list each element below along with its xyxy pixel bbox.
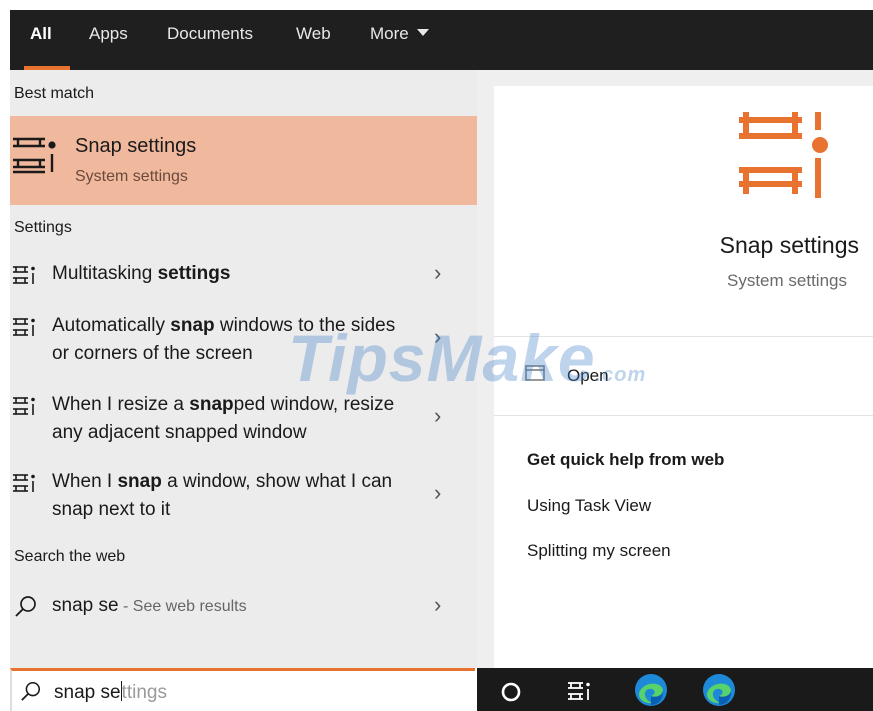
best-match-title: Snap settings [75, 135, 197, 157]
help-heading: Get quick help from web [527, 450, 725, 469]
chevron-right-icon: › [434, 403, 442, 428]
detail-subtitle: System settings [727, 271, 847, 290]
divider [494, 336, 873, 337]
settings-heading: Settings [14, 219, 72, 236]
cortana-circle-icon[interactable] [497, 676, 525, 704]
settings-result-item[interactable]: Multitasking settings › [10, 260, 477, 292]
taskbar [477, 668, 873, 711]
settings-item-label: Multitasking settings [52, 263, 231, 284]
best-match-heading: Best match [14, 85, 95, 102]
open-window-icon [525, 365, 545, 381]
web-result-label: snap se - See web results [52, 595, 247, 616]
task-view-icon[interactable] [565, 676, 593, 704]
search-web-heading: Search the web [14, 548, 126, 565]
snap-settings-icon [13, 266, 35, 284]
detail-title: Snap settings [719, 232, 859, 258]
tab-all-label: All [30, 24, 52, 43]
best-match-subtitle: System settings [75, 168, 188, 185]
tab-apps[interactable]: Apps [89, 10, 128, 70]
settings-result-item[interactable]: When I snap a window, show what I can sn… [10, 468, 477, 526]
tab-web[interactable]: Web [296, 10, 331, 70]
divider [494, 415, 873, 416]
snap-settings-icon [13, 397, 35, 415]
chevron-right-icon: › [434, 260, 442, 285]
snap-settings-icon [13, 474, 35, 492]
settings-result-item[interactable]: When I resize a snapped window, resize a… [10, 391, 477, 449]
settings-item-label: When I resize a snapped window, resize a… [52, 394, 395, 443]
results-pane: Best match Snap settings System settings… [10, 70, 477, 668]
search-icon [21, 681, 41, 701]
tab-documents[interactable]: Documents [167, 10, 253, 70]
web-result-item[interactable]: snap se - See web results › [10, 592, 477, 624]
help-link-task-view[interactable]: Using Task View [527, 496, 651, 516]
caret-down-icon [416, 29, 429, 36]
settings-result-item[interactable]: Automatically snap windows to the sides … [10, 312, 477, 370]
search-icon [15, 596, 36, 617]
snap-layout-icon [13, 137, 56, 174]
settings-item-label: When I snap a window, show what I can sn… [52, 471, 393, 520]
chevron-right-icon: › [434, 592, 442, 617]
snap-layout-icon [739, 112, 828, 198]
search-tab-bar: All Apps Documents Web More [10, 10, 873, 70]
help-link-splitting-screen[interactable]: Splitting my screen [527, 541, 671, 561]
open-label: Open [567, 366, 609, 385]
search-box[interactable]: snap settings [10, 668, 475, 711]
chevron-right-icon: › [434, 480, 442, 505]
settings-item-label: Automatically snap windows to the sides … [52, 315, 396, 364]
best-match-item[interactable]: Snap settings System settings [10, 116, 477, 205]
tab-more[interactable]: More [370, 10, 429, 70]
chevron-right-icon: › [434, 324, 442, 349]
snap-settings-icon [13, 318, 35, 336]
edge-icon[interactable] [633, 672, 669, 708]
tab-all[interactable]: All [24, 10, 70, 70]
edge-icon[interactable] [701, 672, 737, 708]
search-input[interactable]: snap settings [54, 681, 167, 704]
